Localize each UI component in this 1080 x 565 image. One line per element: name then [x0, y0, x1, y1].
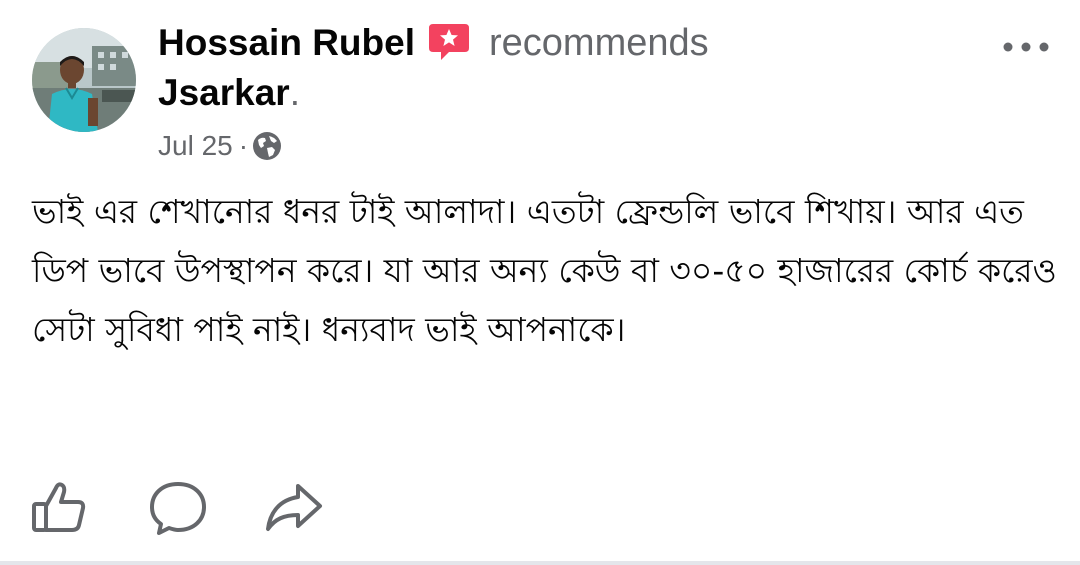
post-timestamp[interactable]: Jul 25	[158, 130, 233, 161]
recommendation-post: Hossain Rubel recommends Jsarkar. Jul 25…	[0, 0, 1080, 565]
globe-icon[interactable]	[252, 131, 282, 161]
more-options-button[interactable]	[996, 30, 1056, 66]
comment-button[interactable]	[146, 476, 210, 540]
author-name[interactable]: Hossain Rubel	[158, 22, 415, 63]
action-text: recommends	[489, 22, 709, 64]
comment-icon	[150, 482, 206, 535]
recommend-badge-icon	[427, 20, 471, 64]
like-button[interactable]	[28, 476, 92, 540]
meta-separator: ·	[238, 130, 249, 161]
page-name[interactable]: Jsarkar	[158, 72, 290, 113]
avatar-photo	[32, 28, 136, 132]
page-suffix: .	[289, 72, 300, 113]
post-meta: Jul 25 ·	[158, 126, 282, 166]
share-button[interactable]	[262, 476, 326, 540]
post-divider	[0, 561, 1080, 565]
post-header: Hossain Rubel recommends	[158, 18, 958, 68]
more-options-icon	[1003, 42, 1049, 52]
avatar[interactable]	[32, 28, 136, 132]
recommended-page-line: Jsarkar.	[158, 68, 300, 118]
post-body-text: ভাই এর শেখানোর ধনর টাই আলাদা। এতটা ফ্রেন…	[32, 192, 1057, 349]
share-icon	[266, 484, 322, 531]
thumbs-up-icon	[32, 482, 86, 532]
